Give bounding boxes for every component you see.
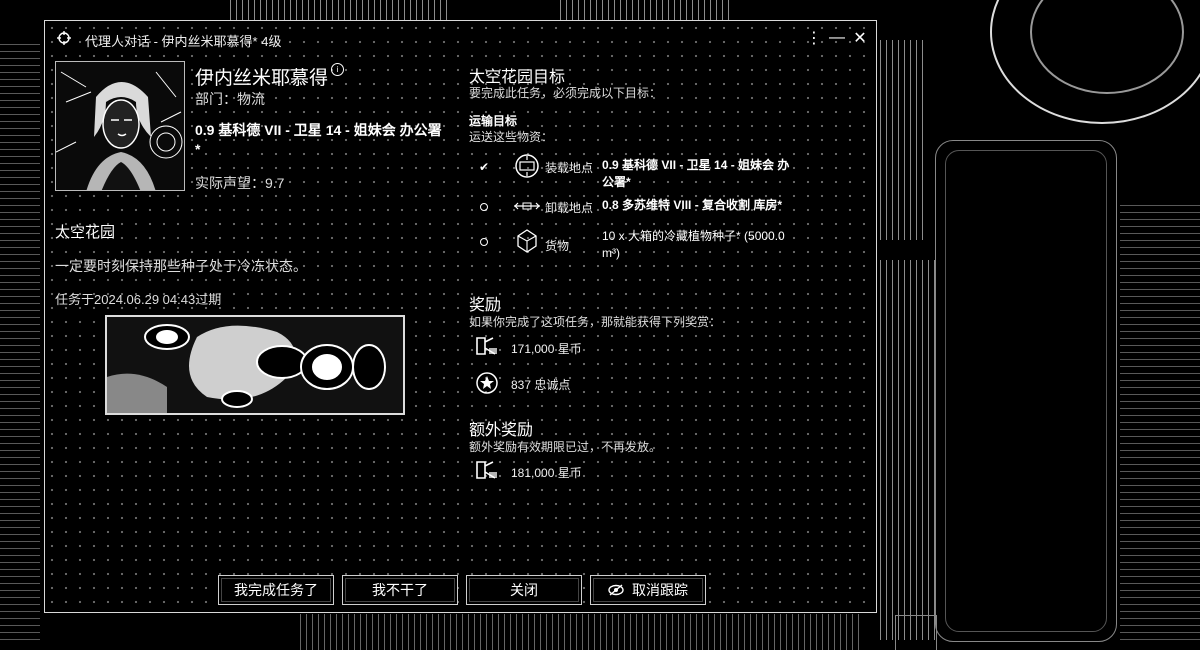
bonus-reward-isk-amount: 181,000 星币 — [511, 466, 582, 480]
dropoff-icon — [514, 202, 540, 210]
rewards-heading: 奖励 — [469, 297, 502, 314]
untrack-label: 取消跟踪 — [632, 582, 688, 598]
eye-slash-icon — [608, 584, 624, 596]
complete-mission-button[interactable]: 我完成任务了 — [218, 575, 334, 605]
loyalty-points-icon — [476, 372, 498, 394]
pickup-label: 装载地点 — [545, 161, 594, 175]
close-window-button[interactable]: ✕ — [849, 27, 871, 49]
untrack-button[interactable]: 取消跟踪 — [590, 575, 706, 605]
rewards-subheading: 如果你完成了这项任务，那就能获得下列奖赏： — [469, 315, 722, 329]
dropoff-location-link[interactable]: 0.8 多苏维特 VIII - 复合收割 库房* — [602, 197, 797, 214]
quit-mission-button[interactable]: 我不干了 — [342, 575, 458, 605]
agent-name: 伊内丝米耶慕得 i — [195, 63, 345, 90]
dropoff-label: 卸载地点 — [545, 201, 594, 215]
pickup-icon — [515, 154, 539, 178]
pickup-location-link[interactable]: 0.9 基科德 VII - 卫星 14 - 姐妹会 办公署* — [602, 157, 797, 191]
isk-icon — [476, 461, 497, 479]
mission-name: 太空花园 — [55, 224, 116, 241]
mission-description: 一定要时刻保持那些种子处于冷冻状态。 — [55, 258, 307, 274]
minimize-button[interactable]: — — [826, 27, 848, 49]
cargo-item-link[interactable]: 10 x 大箱的冷藏植物种子* (5000.0 m³) — [602, 228, 797, 262]
agent-name-text: 伊内丝米耶慕得 — [195, 68, 329, 89]
title-bar[interactable]: 代理人对话 - 伊内丝米耶慕得* 4级 ⋮ — ✕ — [45, 21, 876, 55]
window-title: 代理人对话 - 伊内丝米耶慕得* 4级 — [85, 34, 282, 49]
objective-complete-check-icon: ✔ — [478, 160, 490, 174]
bonus-rewards-heading: 额外奖励 — [469, 422, 534, 439]
close-label: 关闭 — [510, 582, 538, 598]
objective-pending-icon — [478, 236, 490, 248]
cargo-label: 货物 — [545, 239, 570, 253]
quit-mission-label: 我不干了 — [372, 582, 428, 598]
agent-conversation-window: 代理人对话 - 伊内丝米耶慕得* 4级 ⋮ — ✕ 伊内丝米耶慕得 i 部门：物流… — [44, 20, 877, 613]
mission-image — [105, 315, 405, 415]
reward-isk-amount: 171,000 星币 — [511, 342, 582, 356]
objective-pending-icon — [478, 201, 490, 213]
isk-icon — [476, 337, 497, 355]
transport-heading: 运输目标 — [469, 114, 518, 128]
reward-loyalty-amount: 837 忠诚点 — [511, 378, 571, 392]
mission-expiry: 任务于2024.06.29 04:43过期 — [55, 292, 222, 307]
info-icon[interactable]: i — [331, 63, 345, 76]
agent-portrait-image — [56, 62, 184, 190]
agent-location-link[interactable]: 0.9 基科德 VII - 卫星 14 - 姐妹会 办公署* — [195, 121, 445, 159]
agent-portrait[interactable] — [55, 61, 185, 191]
close-button[interactable]: 关闭 — [466, 575, 582, 605]
complete-mission-label: 我完成任务了 — [234, 582, 318, 598]
agent-department: 部门：物流 — [195, 91, 265, 107]
effective-standing: 实际声望：9.7 — [195, 175, 285, 191]
agent-conversation-icon — [57, 31, 71, 45]
objectives-subheading: 要完成此任务，必须完成以下目标： — [469, 86, 662, 100]
bonus-rewards-subheading: 额外奖励有效期限已过，不再发放。 — [469, 440, 662, 454]
window-menu-button[interactable]: ⋮ — [803, 27, 825, 49]
transport-subheading: 运送这些物资： — [469, 130, 554, 144]
cargo-icon — [517, 229, 537, 253]
